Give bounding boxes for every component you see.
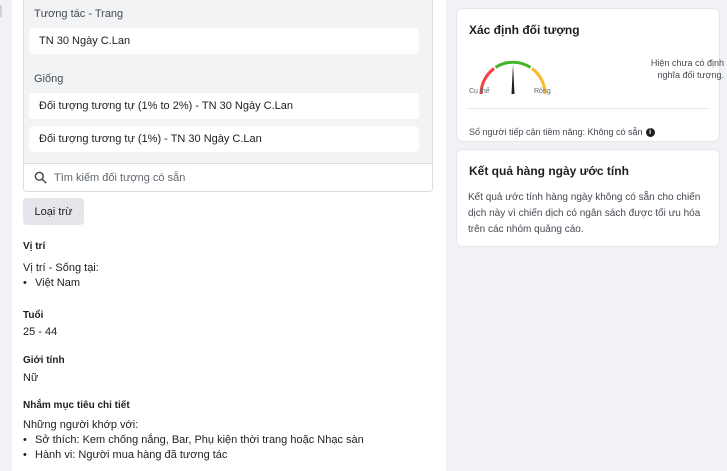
daily-results-text: Kết quả ước tính hàng ngày không có sẵn … bbox=[468, 192, 701, 235]
age-value: 25 - 44 bbox=[23, 326, 58, 338]
gauge-label-broad: Rộng bbox=[534, 88, 551, 95]
gender-value: Nữ bbox=[23, 372, 39, 384]
potential-reach: Số người tiếp cận tiềm năng: Không có sẵ… bbox=[469, 127, 655, 138]
audience-chip-engagement[interactable]: TN 30 Ngày C.Lan bbox=[29, 28, 419, 54]
lookalike-group-label: Giống bbox=[34, 73, 64, 85]
gauge-label-specific: Cụ thể bbox=[469, 88, 490, 95]
daily-results-card: Kết quả hàng ngày ước tính Kết quả ước t… bbox=[457, 150, 719, 246]
exclude-button[interactable]: Loại trừ bbox=[23, 198, 84, 225]
audience-chip-lookalike-1-2[interactable]: Đối tượng tương tự (1% to 2%) - TN 30 Ng… bbox=[29, 93, 419, 119]
edge-marker bbox=[0, 5, 2, 17]
audience-definition-card: Xác định đối tượng Cụ thể Rộng Hiện chưa… bbox=[457, 9, 724, 141]
audience-search-input[interactable]: Tìm kiếm đối tượng có sẵn bbox=[24, 163, 432, 191]
definition-status-text: Hiện chưa có định nghĩa đối tượng. bbox=[650, 58, 724, 80]
card-divider bbox=[468, 108, 708, 109]
custom-audience-box: Tương tác - Trang TN 30 Ngày C.Lan Giống… bbox=[23, 0, 433, 192]
location-item: • Việt Nam bbox=[23, 277, 81, 289]
search-icon bbox=[34, 171, 47, 184]
location-item-text: Việt Nam bbox=[35, 277, 81, 289]
audience-chip-lookalike-1[interactable]: Đối tượng tương tự (1%) - TN 30 Ngày C.L… bbox=[29, 126, 419, 152]
detailed-targeting-title: Nhắm mục tiêu chi tiết bbox=[23, 400, 130, 411]
definition-card-title: Xác định đối tượng bbox=[469, 23, 580, 37]
search-placeholder: Tìm kiếm đối tượng có sẵn bbox=[54, 172, 186, 184]
gender-title: Giới tính bbox=[23, 355, 65, 366]
audience-panel: Tương tác - Trang TN 30 Ngày C.Lan Giống… bbox=[12, 0, 446, 471]
info-icon[interactable]: i bbox=[645, 128, 655, 138]
detailed-item: • Hành vi: Người mua hàng đã tương tác bbox=[23, 449, 228, 461]
detailed-item-text: Sở thích: Kem chống nắng, Bar, Phụ kiện … bbox=[35, 434, 364, 446]
interact-group-label: Tương tác - Trang bbox=[34, 8, 124, 20]
detailed-item: • Sở thích: Kem chống nắng, Bar, Phụ kiện… bbox=[23, 434, 364, 446]
detailed-targeting-subtitle: Những người khớp với: bbox=[23, 419, 139, 431]
selected-audiences: Tương tác - Trang TN 30 Ngày C.Lan Giống… bbox=[24, 0, 432, 163]
age-title: Tuổi bbox=[23, 310, 44, 321]
page-edge bbox=[0, 0, 12, 471]
daily-results-title: Kết quả hàng ngày ước tính bbox=[469, 164, 629, 178]
potential-reach-text: Số người tiếp cận tiềm năng: Không có sẵ… bbox=[469, 127, 643, 137]
location-title: Vị trí bbox=[23, 241, 46, 252]
location-subtitle: Vị trí - Sống tại: bbox=[23, 262, 99, 274]
detailed-item-text: Hành vi: Người mua hàng đã tương tác bbox=[35, 449, 228, 461]
